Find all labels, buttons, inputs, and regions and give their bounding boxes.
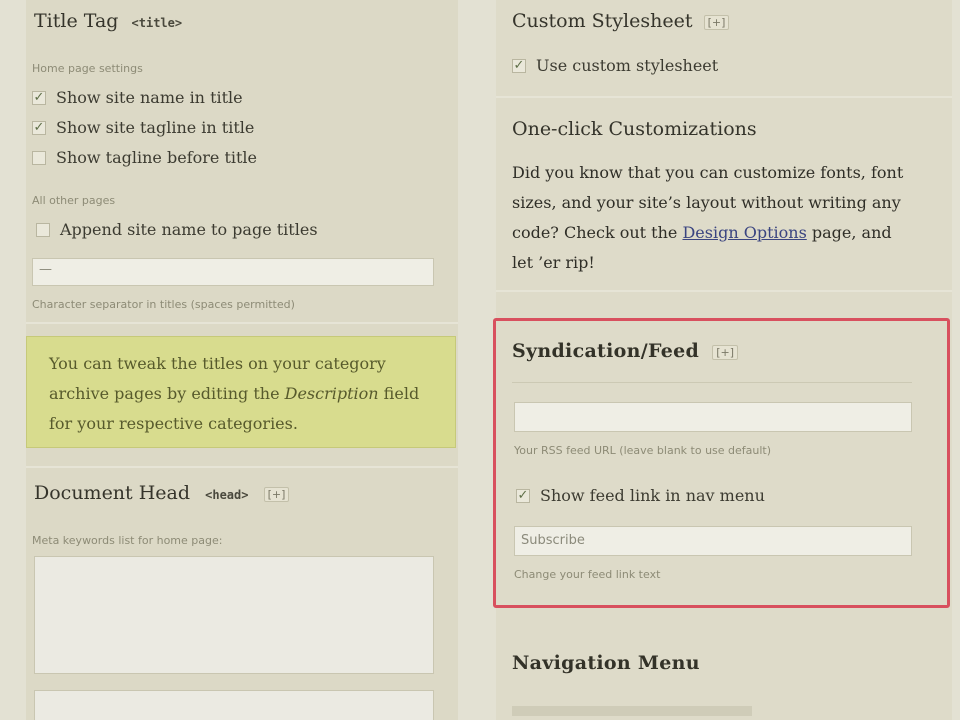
section-divider: [496, 290, 952, 292]
custom-stylesheet-toggle[interactable]: [+]: [703, 15, 730, 30]
option-show-site-tagline-label: Show site tagline in title: [56, 118, 255, 137]
meta-description-textarea[interactable]: [34, 690, 434, 720]
document-head-heading: Document Head: [34, 482, 191, 504]
category-title-notice-text: You can tweak the titles on your categor…: [49, 349, 433, 439]
checkbox-use-custom-stylesheet[interactable]: ✓: [512, 58, 526, 73]
custom-stylesheet-heading: Custom Stylesheet: [512, 10, 693, 32]
option-show-site-name-label: Show site name in title: [56, 88, 243, 107]
checkbox-append-site-name[interactable]: [36, 222, 50, 237]
title-tag-header: Title Tag <title>: [34, 10, 182, 32]
option-append-site-name[interactable]: Append site name to page titles: [36, 220, 318, 239]
checkbox-tagline-before-title[interactable]: [32, 150, 46, 165]
option-tagline-before-title[interactable]: Show tagline before title: [32, 148, 257, 167]
title-separator-input[interactable]: —: [32, 258, 434, 286]
category-title-notice: You can tweak the titles on your categor…: [26, 336, 456, 448]
document-head-toggle[interactable]: [+]: [263, 487, 290, 502]
option-use-custom-stylesheet[interactable]: ✓ Use custom stylesheet: [512, 56, 718, 75]
navigation-menu-text-cutoff: [512, 706, 752, 716]
option-tagline-before-title-label: Show tagline before title: [56, 148, 258, 167]
document-head-header: Document Head <head> [+]: [34, 482, 290, 504]
option-append-site-name-label: Append site name to page titles: [60, 220, 318, 239]
option-use-custom-stylesheet-label: Use custom stylesheet: [536, 56, 719, 75]
meta-keywords-textarea[interactable]: [34, 556, 434, 674]
one-click-paragraph: Did you know that you can customize font…: [512, 158, 916, 278]
left-options-column: Title Tag <title> Home page settings ✓ S…: [26, 0, 458, 720]
option-show-site-tagline[interactable]: ✓ Show site tagline in title: [32, 118, 254, 137]
document-head-code: <head>: [205, 488, 249, 502]
section-divider: [26, 466, 458, 468]
one-click-heading: One-click Customizations: [512, 118, 757, 140]
navigation-menu-heading: Navigation Menu: [512, 652, 700, 674]
section-divider: [26, 322, 458, 324]
checkbox-show-site-name[interactable]: ✓: [32, 90, 46, 105]
title-tag-code: <title>: [131, 16, 183, 30]
checkbox-show-site-tagline[interactable]: ✓: [32, 120, 46, 135]
other-pages-label: All other pages: [32, 194, 116, 207]
option-show-site-name[interactable]: ✓ Show site name in title: [32, 88, 243, 107]
notice-text-emphasis: Description: [284, 384, 379, 403]
title-tag-heading: Title Tag: [34, 10, 119, 32]
home-page-settings-label: Home page settings: [32, 62, 143, 75]
title-separator-hint: Character separator in titles (spaces pe…: [32, 298, 295, 311]
custom-stylesheet-header: Custom Stylesheet [+]: [512, 10, 730, 32]
section-divider: [496, 96, 952, 98]
syndication-highlight-frame: [493, 318, 950, 608]
meta-keywords-hint: Meta keywords list for home page:: [32, 534, 223, 547]
design-options-link[interactable]: Design Options: [682, 223, 806, 242]
